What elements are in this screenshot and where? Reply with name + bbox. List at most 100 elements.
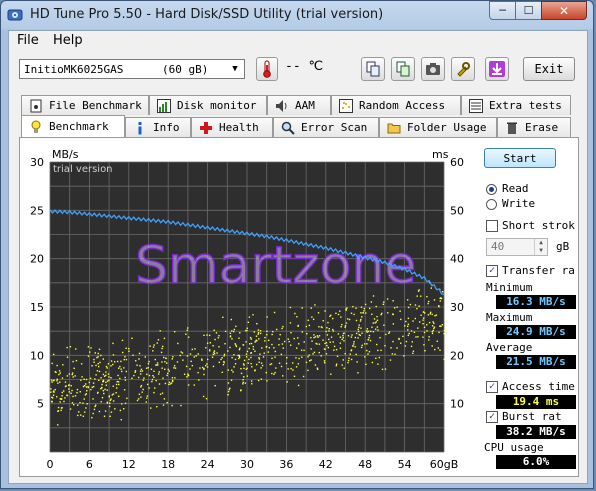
access-time-point (267, 339, 270, 342)
access-time-point (50, 388, 52, 390)
x-tick-label: 42 (319, 458, 333, 471)
access-time-point (400, 318, 402, 321)
access-time-point (399, 310, 401, 312)
access-time-point (281, 327, 283, 330)
maximize-button[interactable]: ☐ (515, 1, 542, 20)
access-time-point (258, 356, 260, 359)
access-time-point (347, 318, 349, 320)
access-time-point (422, 319, 424, 321)
tab-file-benchmark[interactable]: File Benchmark (21, 95, 149, 115)
access-time-point (428, 321, 431, 324)
access-time-point (243, 364, 245, 366)
access-time-point (224, 343, 226, 345)
read-radio[interactable] (486, 184, 497, 195)
access-time-point (179, 354, 181, 357)
access-time-point (116, 380, 118, 383)
access-time-point (138, 358, 140, 360)
access-time-point (361, 316, 363, 318)
screenshot-button[interactable] (421, 57, 445, 81)
menu-help[interactable]: Help (53, 33, 83, 48)
access-time-point (407, 329, 409, 331)
start-button[interactable]: Start (484, 148, 556, 168)
access-time-point (415, 336, 417, 338)
extra-tests-icon (468, 98, 483, 113)
access-time-point (327, 321, 329, 324)
tab-health-label: Health (219, 121, 259, 134)
tab-extra-tests-label: Extra tests (489, 99, 562, 112)
access-time-point (203, 334, 205, 337)
spin-arrows-icon[interactable]: ▲ ▼ (534, 239, 547, 255)
access-time-point (124, 379, 127, 381)
access-time-point (159, 393, 162, 395)
access-time-point (82, 402, 84, 404)
access-time-point (165, 357, 167, 360)
access-time-point (177, 342, 179, 345)
burst-rate-checkbox[interactable]: ✓ (486, 411, 498, 423)
access-time-point (164, 368, 166, 371)
access-time-point (206, 363, 208, 365)
tab-benchmark[interactable]: Benchmark (21, 115, 125, 137)
minimum-value: 16.3 MB/s (496, 295, 576, 309)
tab-error-scan[interactable]: Error Scan (273, 117, 379, 137)
transfer-rate-checkbox[interactable]: ✓ (486, 265, 498, 277)
access-time-point (118, 367, 120, 369)
options-button[interactable] (451, 57, 475, 81)
access-time-point (422, 336, 424, 338)
access-time-point (344, 326, 346, 328)
access-time-point (171, 358, 173, 360)
copy-text-button[interactable] (361, 57, 385, 81)
access-time-point (243, 376, 245, 378)
write-radio[interactable] (486, 199, 497, 210)
access-time-point (353, 341, 355, 343)
access-time-point (117, 381, 120, 383)
temperature-value: -- (285, 59, 309, 74)
close-button[interactable]: ✕ (541, 1, 587, 20)
access-time-point (301, 307, 303, 309)
access-time-point (332, 328, 334, 331)
menu-file[interactable]: File (17, 33, 39, 48)
minimize-button[interactable]: ─ (489, 1, 516, 20)
tab-erase[interactable]: Erase (497, 117, 571, 137)
short-stroke-checkbox[interactable] (486, 220, 498, 232)
access-time-point (332, 341, 334, 343)
access-time-point (414, 317, 417, 320)
tab-disk-monitor[interactable]: Disk monitor (149, 95, 267, 115)
access-time-point (240, 372, 243, 375)
tab-health[interactable]: Health (191, 117, 273, 137)
access-time-checkbox[interactable]: ✓ (486, 381, 498, 393)
tab-info[interactable]: Info (125, 117, 191, 137)
access-time-point (429, 311, 432, 314)
access-time-point (372, 330, 375, 333)
short-stroke-input[interactable]: 40 ▲ ▼ (486, 238, 548, 256)
title-bar[interactable]: HD Tune Pro 5.50 - Hard Disk/SSD Utility… (1, 1, 593, 29)
tab-aam[interactable]: AAM (267, 95, 331, 115)
access-time-point (407, 323, 410, 325)
copy-info-button[interactable] (391, 57, 415, 81)
access-time-point (95, 364, 97, 367)
access-time-point (316, 335, 319, 337)
access-time-point (138, 393, 141, 395)
tab-folder-usage[interactable]: Folder Usage (379, 117, 497, 137)
temperature-button[interactable] (256, 57, 278, 81)
access-time-point (266, 380, 268, 382)
access-time-point (72, 395, 74, 398)
save-button[interactable] (485, 57, 509, 81)
access-time-point (61, 377, 64, 379)
access-time-point (231, 356, 233, 359)
access-time-point (124, 356, 126, 358)
drive-select[interactable]: InitioMK6025GAS (60 gB) ▼ (19, 59, 245, 79)
access-time-point (324, 310, 326, 312)
access-time-point (271, 333, 273, 336)
access-time-point (85, 407, 87, 409)
access-time-point (205, 347, 207, 349)
chevron-down-icon[interactable]: ▼ (228, 61, 242, 77)
access-time-point (182, 359, 184, 361)
access-time-point (229, 387, 231, 390)
exit-button[interactable]: Exit (523, 57, 575, 81)
access-time-point (105, 365, 108, 368)
tab-extra-tests[interactable]: Extra tests (461, 95, 571, 115)
access-time-point (373, 318, 376, 320)
access-time-point (208, 350, 211, 352)
tab-random-access[interactable]: Random Access (331, 95, 461, 115)
access-time-point (433, 327, 435, 330)
